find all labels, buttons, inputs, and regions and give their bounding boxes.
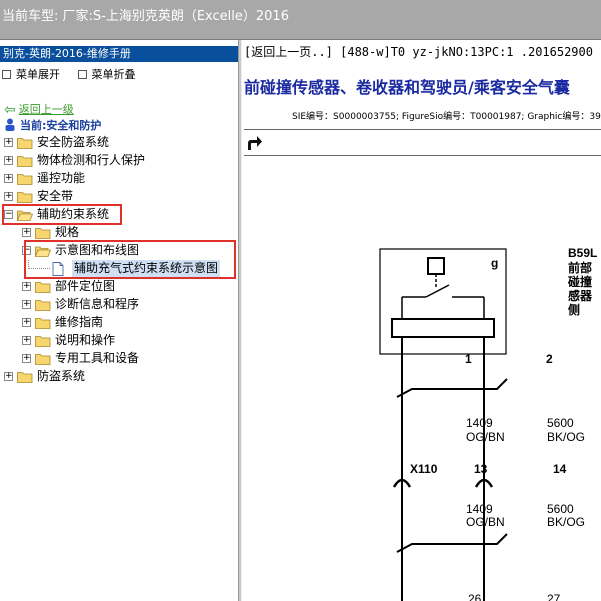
expand-node-icon[interactable]: + [4,192,13,201]
highlight-box-assist [2,204,122,225]
folder-icon [17,371,33,383]
tree-item-label: 防盗系统 [37,369,86,383]
pin-g-label: g [491,256,498,270]
tree-item-remote-control[interactable]: + 遥控功能 [0,170,236,187]
expand-node-icon[interactable]: + [22,228,31,237]
folder-icon [35,335,51,347]
menu-expand-button[interactable]: 菜单展开 [2,66,60,82]
tree-item-object-detection[interactable]: + 物体检测和行人保护 [0,152,236,169]
tree-item-label: 规格 [55,225,80,239]
switch-contact [425,284,450,298]
page-title: 前碰撞传感器、卷收器和驾驶员/乘客安全气囊 [244,78,570,97]
tree-item-label: 维修指南 [55,315,104,329]
expand-node-icon[interactable]: + [22,282,31,291]
wire-d-number: 5600 [547,502,574,516]
folder-icon [17,155,33,167]
sie-info: SIE编号：S0000003755; FigureSio编号：T00001987… [292,112,601,122]
divider [244,155,601,156]
break-mark-top [396,378,508,398]
tree-item-component-locator[interactable]: + 部件定位图 [0,278,236,295]
component-name-4: 侧 [568,302,580,317]
folder-icon [35,281,51,293]
folder-icon [17,191,33,203]
back-up-level-link[interactable]: ⇦ 返回上一级 [4,101,74,118]
tree-item-security-antitheft[interactable]: + 安全防盗系统 [0,134,236,151]
folder-icon [17,137,33,149]
tree-item-label: 物体检测和行人保护 [37,153,146,167]
tree-item-label: 安全带 [37,189,74,203]
tree-item-theft-deterrent[interactable]: + 防盗系统 [0,368,236,385]
connector-pin-14: 14 [553,462,567,476]
manual-header: 别克-英朗-2016-维修手册 [0,46,238,62]
expand-node-icon[interactable]: + [4,372,13,381]
tree-item-label: 说明和操作 [55,333,116,347]
expand-node-icon[interactable]: + [4,174,13,183]
tree-item-label: 部件定位图 [55,279,116,293]
divider [244,129,601,130]
highlight-box-schematic [24,240,236,279]
left-nav-panel: 别克-英朗-2016-维修手册 菜单展开 菜单折叠 ⇦ 返回上一级 当前:安全和防… [0,40,238,601]
collapse-icon [77,70,87,79]
back-arrow-icon: ⇦ [4,102,16,118]
forward-arrow-icon[interactable] [245,135,263,151]
tree-item-repair-guide[interactable]: + 维修指南 [0,314,236,331]
component-id: B59L [568,246,597,260]
connector-x110-label: X110 [410,462,438,476]
sensor-box [427,257,445,275]
wiring-diagram: g B59L 前部 碰撞 感器 侧 1 2 1409 OG/BN 5600 BK… [379,246,597,601]
vehicle-title: 当前车型: 厂家:S-上海别克英朗（Excelle）2016 [2,9,289,24]
person-icon [5,118,15,131]
folder-icon [35,227,51,239]
expand-icon [2,70,11,79]
connector-pin-13: 13 [474,462,488,476]
break-mark-bottom [396,533,508,553]
document-panel: [返回上一页..] [488-w]T0 yz-jkNO:13PC:1 .2016… [242,40,601,601]
component-name-3: 感器 [568,288,593,303]
folder-icon [17,173,33,185]
folder-icon [35,353,51,365]
tree-item-label: 遥控功能 [37,171,86,185]
component-name-1: 前部 [568,260,592,275]
tree-item-label: 专用工具和设备 [55,351,140,365]
component-name-2: 碰撞 [567,274,592,289]
wire-a-color: OG/BN [466,430,505,444]
expand-node-icon[interactable]: + [4,156,13,165]
tree-item-description-operation[interactable]: + 说明和操作 [0,332,236,349]
pin-2-label: 2 [546,352,553,366]
breadcrumb[interactable]: [返回上一页..] [488-w]T0 yz-jkNO:13PC:1 .2016… [244,43,593,60]
bottom-pin-a: 26 [468,592,482,601]
expand-node-icon[interactable]: + [4,138,13,147]
tree-item-diagnostics[interactable]: + 诊断信息和程序 [0,296,236,313]
menu-collapse-button[interactable]: 菜单折叠 [77,66,136,82]
tree-item-seat-belt[interactable]: + 安全带 [0,188,236,205]
menu-toolbar: 菜单展开 菜单折叠 [2,66,150,82]
expand-node-icon[interactable]: + [22,354,31,363]
tree-item-label: 诊断信息和程序 [55,297,140,311]
wire-c-color: OG/BN [466,515,505,529]
wire-c-number: 1409 [466,502,493,516]
tree-item-label: 安全防盗系统 [37,135,110,149]
tree-item-specifications[interactable]: + 规格 [0,224,236,241]
wire-d-color: BK/OG [547,515,585,529]
expand-node-icon[interactable]: + [22,300,31,309]
current-section: 当前:安全和防护 [4,117,101,133]
expand-node-icon[interactable]: + [22,336,31,345]
sensor-element [391,318,495,338]
wire-a-number: 1409 [466,416,493,430]
tree-item-special-tools[interactable]: + 专用工具和设备 [0,350,236,367]
wire-b-number: 5600 [547,416,574,430]
expand-node-icon[interactable]: + [22,318,31,327]
pin-1-label: 1 [465,352,472,366]
wire-b-color: BK/OG [547,430,585,444]
folder-icon [35,299,51,311]
bottom-pin-b: 27 [547,592,561,601]
folder-icon [35,317,51,329]
title-bar: 当前车型: 厂家:S-上海别克英朗（Excelle）2016 [0,0,601,40]
